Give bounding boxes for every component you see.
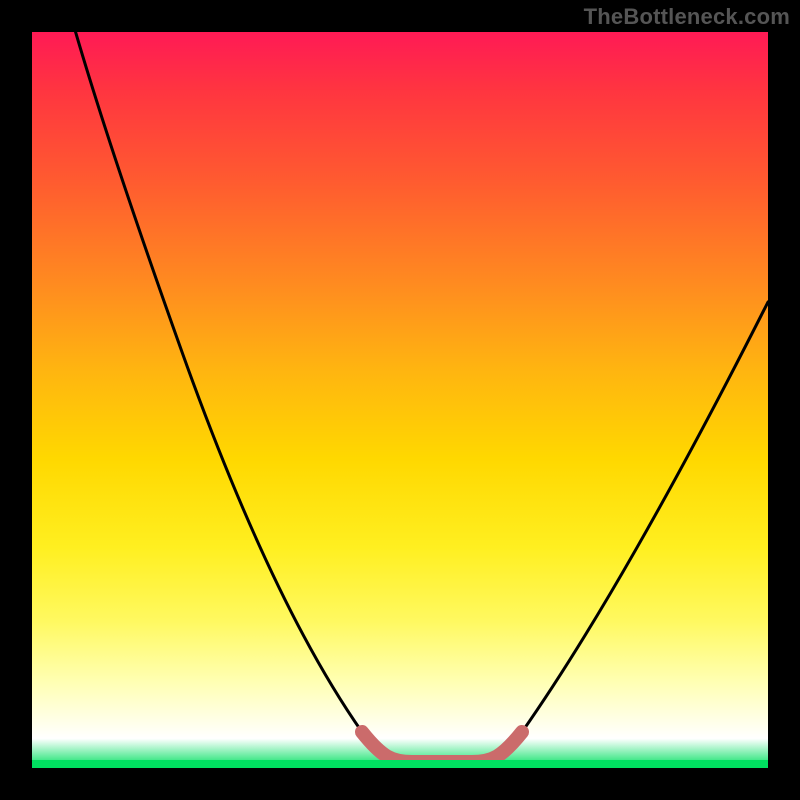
optimal-zone-marker	[362, 732, 522, 762]
chart-frame: TheBottleneck.com	[0, 0, 800, 800]
watermark-text: TheBottleneck.com	[584, 4, 790, 30]
curve-path	[67, 32, 768, 762]
plot-area	[32, 32, 768, 768]
bottleneck-curve	[32, 32, 768, 768]
optimal-green-strip	[32, 760, 768, 768]
